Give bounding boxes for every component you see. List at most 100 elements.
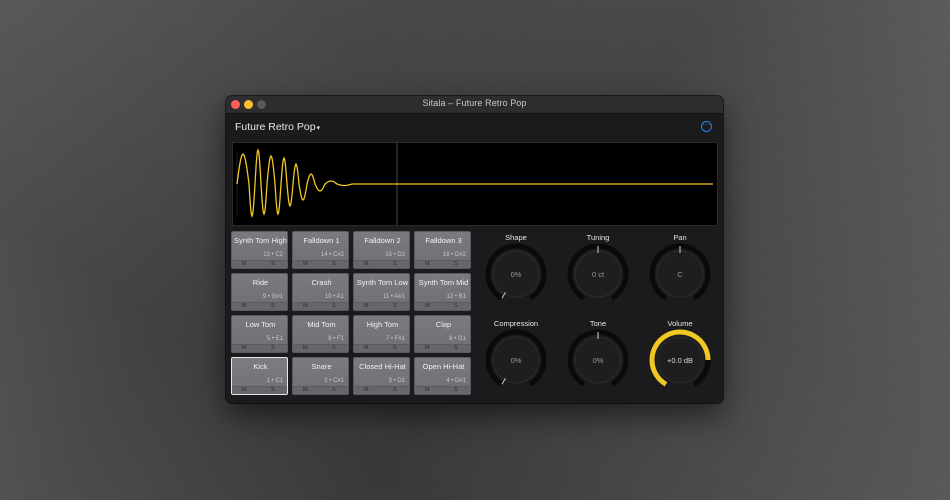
mute-button[interactable]: M: [425, 303, 430, 309]
knob-control[interactable]: 0%: [485, 243, 547, 305]
drum-pad[interactable]: Crash 10 • A1 M S: [292, 273, 349, 311]
knob-label: Tuning: [586, 233, 610, 242]
pad-footer: MS: [415, 260, 470, 268]
pad-note: 1 • C1: [266, 378, 283, 384]
pad-note: 9 • G#1: [262, 294, 283, 300]
mute-button[interactable]: M: [242, 303, 247, 309]
knob-control[interactable]: +0.0 dB: [649, 329, 711, 391]
mute-button[interactable]: M: [425, 345, 430, 351]
solo-button[interactable]: S: [271, 345, 275, 351]
mute-button[interactable]: M: [303, 303, 308, 309]
pad-note: 6 • F1: [328, 336, 344, 342]
solo-button[interactable]: S: [454, 345, 458, 351]
drum-pad[interactable]: Falldown 1 14 • C#2 M S: [292, 231, 349, 269]
preset-selector[interactable]: Future Retro Pop▾: [235, 121, 320, 133]
drum-pad[interactable]: Synth Tom Mid 12 • B1 M S: [414, 273, 471, 311]
pad-name: Falldown 2: [364, 236, 401, 245]
pad-footer: MS: [232, 344, 287, 352]
pad-note: 7 • F#1: [385, 336, 405, 342]
pad-footer: MS: [232, 260, 287, 268]
pad-name: Synth Tom Low: [356, 278, 409, 287]
knob-compression: Compression 0%: [476, 317, 556, 397]
ellipsis-circle-icon[interactable]: ···: [701, 121, 712, 132]
drum-pad[interactable]: Ride 9 • G#1 M S: [231, 273, 288, 311]
solo-button[interactable]: S: [332, 387, 336, 393]
pad-footer: MS: [354, 260, 409, 268]
solo-button[interactable]: S: [332, 261, 336, 267]
pad-name: Open Hi-Hat: [422, 362, 465, 371]
knob-value: 0%: [510, 356, 522, 365]
mute-button[interactable]: M: [303, 345, 308, 351]
drum-pad[interactable]: Falldown 3 16 • D#2 M S: [414, 231, 471, 269]
knob-value: 0%: [510, 270, 522, 279]
drum-pad[interactable]: High Tom 7 • F#1 M S: [353, 315, 410, 353]
solo-button[interactable]: S: [271, 303, 275, 309]
preset-name: Future Retro Pop: [235, 121, 316, 133]
mute-button[interactable]: M: [303, 387, 308, 393]
knob-tone: Tone 0%: [558, 317, 638, 397]
knob-pan: Pan C: [640, 231, 720, 311]
solo-button[interactable]: S: [393, 387, 397, 393]
knob-control[interactable]: 0%: [485, 329, 547, 391]
waveform-display[interactable]: [232, 142, 718, 226]
pad-note: 5 • E1: [266, 336, 283, 342]
pad-footer: MS: [293, 302, 348, 310]
pad-name: Closed Hi-Hat: [359, 362, 406, 371]
solo-button[interactable]: S: [393, 303, 397, 309]
solo-button[interactable]: S: [332, 303, 336, 309]
knob-control[interactable]: 0%: [567, 329, 629, 391]
pad-footer: MS: [293, 344, 348, 352]
waveform-graphic: [236, 143, 713, 225]
solo-button[interactable]: S: [332, 345, 336, 351]
drum-pad[interactable]: Falldown 2 15 • D2 M S: [353, 231, 410, 269]
knob-shape: Shape 0%: [476, 231, 556, 311]
drum-pad[interactable]: Synth Tom Low 11 • A#1 M S: [353, 273, 410, 311]
drum-pad[interactable]: Mid Tom 6 • F1 M S: [292, 315, 349, 353]
solo-button[interactable]: S: [393, 345, 397, 351]
pad-name: Snare: [311, 362, 332, 371]
knob-label: Shape: [505, 233, 527, 242]
pad-name: Mid Tom: [307, 320, 336, 329]
pad-footer: MS: [415, 344, 470, 352]
pad-name: Kick: [253, 362, 268, 371]
mute-button[interactable]: M: [364, 345, 369, 351]
knob-label: Volume: [667, 319, 693, 328]
mute-button[interactable]: M: [242, 345, 247, 351]
solo-button[interactable]: S: [454, 261, 458, 267]
mute-button[interactable]: M: [242, 387, 247, 393]
mute-button[interactable]: M: [425, 387, 430, 393]
drum-pad[interactable]: Clap 8 • G1 M S: [414, 315, 471, 353]
mute-button[interactable]: M: [425, 261, 430, 267]
knob-panel: Shape 0% Tuning 0 ct Pan C Compression 0% Tone 0%…: [476, 231, 721, 401]
mute-button[interactable]: M: [242, 261, 247, 267]
pad-name: High Tom: [366, 320, 399, 329]
mute-button[interactable]: M: [364, 303, 369, 309]
solo-button[interactable]: S: [454, 387, 458, 393]
drum-pad[interactable]: Closed Hi-Hat 3 • D1 M S: [353, 357, 410, 395]
pad-note: 15 • D2: [385, 252, 405, 258]
drum-pad[interactable]: Low Tom 5 • E1 M S: [231, 315, 288, 353]
pad-footer: MS: [293, 386, 348, 394]
solo-button[interactable]: S: [271, 261, 275, 267]
mute-button[interactable]: M: [364, 261, 369, 267]
knob-control[interactable]: 0 ct: [567, 243, 629, 305]
pad-name: Crash: [311, 278, 332, 287]
drum-pad[interactable]: Kick 1 • C1 M S: [231, 357, 288, 395]
drum-pad[interactable]: Open Hi-Hat 4 • D#1 M S: [414, 357, 471, 395]
solo-button[interactable]: S: [393, 261, 397, 267]
pad-name: Synth Tom Mid: [418, 278, 469, 287]
knob-control[interactable]: C: [649, 243, 711, 305]
pad-footer: MS: [415, 386, 470, 394]
pad-footer: MS: [293, 260, 348, 268]
solo-button[interactable]: S: [271, 387, 275, 393]
title-bar[interactable]: Sitala – Future Retro Pop: [226, 96, 723, 114]
drum-pad[interactable]: Snare 2 • C#1 M S: [292, 357, 349, 395]
knob-label: Compression: [493, 319, 539, 328]
mute-button[interactable]: M: [364, 387, 369, 393]
mute-button[interactable]: M: [303, 261, 308, 267]
pad-note: 8 • G1: [449, 336, 466, 342]
pad-note: 13 • C2: [263, 252, 283, 258]
knob-label: Tone: [589, 319, 607, 328]
solo-button[interactable]: S: [454, 303, 458, 309]
drum-pad[interactable]: Synth Tom High 13 • C2 M S: [231, 231, 288, 269]
